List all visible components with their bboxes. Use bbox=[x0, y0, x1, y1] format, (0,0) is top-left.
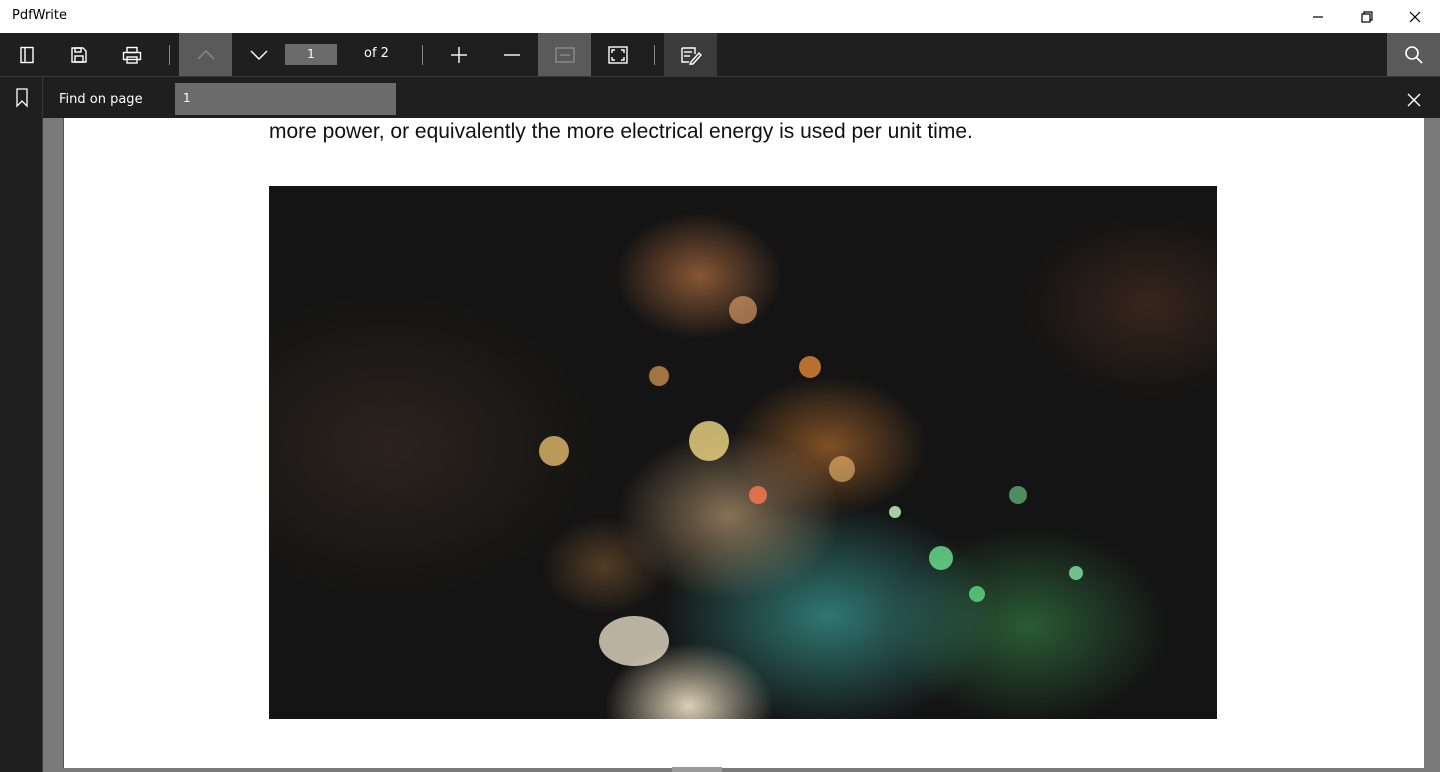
restore-button[interactable] bbox=[1344, 0, 1390, 33]
toolbar-separator bbox=[654, 45, 655, 65]
fit-width-icon bbox=[554, 46, 575, 63]
minimize-button[interactable] bbox=[1295, 0, 1341, 33]
toolbar-separator bbox=[169, 45, 170, 65]
app-title: PdfWrite bbox=[12, 8, 67, 23]
find-on-page-label: Find on page bbox=[59, 92, 143, 107]
annotate-icon bbox=[680, 46, 702, 65]
page-total-label: of 2 bbox=[364, 46, 389, 61]
page-number-input[interactable]: 1 bbox=[285, 44, 337, 65]
toolbar-separator bbox=[422, 45, 423, 65]
close-button[interactable] bbox=[1392, 0, 1438, 33]
print-button[interactable] bbox=[105, 33, 158, 76]
zoom-in-icon bbox=[450, 46, 467, 63]
annotate-button[interactable] bbox=[664, 33, 717, 76]
find-input[interactable]: 1 bbox=[175, 83, 396, 115]
sidebar-toggle-icon bbox=[19, 46, 34, 63]
next-page-button[interactable] bbox=[232, 33, 285, 76]
close-icon bbox=[1409, 11, 1421, 22]
document-text-line: more power, or equivalently the more ele… bbox=[269, 120, 973, 143]
zoom-in-button[interactable] bbox=[432, 33, 485, 76]
next-page-icon bbox=[250, 50, 267, 60]
toolbar bbox=[0, 33, 1440, 76]
find-close-button[interactable] bbox=[1398, 84, 1430, 116]
save-button[interactable] bbox=[52, 33, 105, 76]
fit-width-button[interactable] bbox=[538, 33, 591, 76]
restore-icon bbox=[1361, 10, 1373, 23]
zoom-out-icon bbox=[503, 53, 520, 56]
previous-page-button[interactable] bbox=[179, 33, 232, 76]
zoom-out-button[interactable] bbox=[485, 33, 538, 76]
horizontal-scrollbar[interactable] bbox=[672, 767, 722, 772]
close-icon bbox=[1407, 93, 1421, 107]
save-icon bbox=[70, 46, 87, 63]
title-bar: PdfWrite bbox=[0, 0, 1440, 33]
previous-page-icon bbox=[197, 49, 214, 59]
left-sidebar bbox=[0, 77, 43, 772]
search-button[interactable] bbox=[1387, 33, 1440, 76]
minimize-icon bbox=[1313, 15, 1323, 18]
sidebar-toggle-button[interactable] bbox=[0, 33, 53, 76]
print-icon bbox=[122, 46, 141, 64]
bookmark-icon bbox=[16, 88, 28, 108]
bookmark-button[interactable] bbox=[8, 84, 36, 112]
fit-page-button[interactable] bbox=[591, 33, 644, 76]
document-image bbox=[269, 186, 1217, 719]
fit-page-icon bbox=[607, 45, 628, 64]
search-icon bbox=[1404, 45, 1423, 64]
